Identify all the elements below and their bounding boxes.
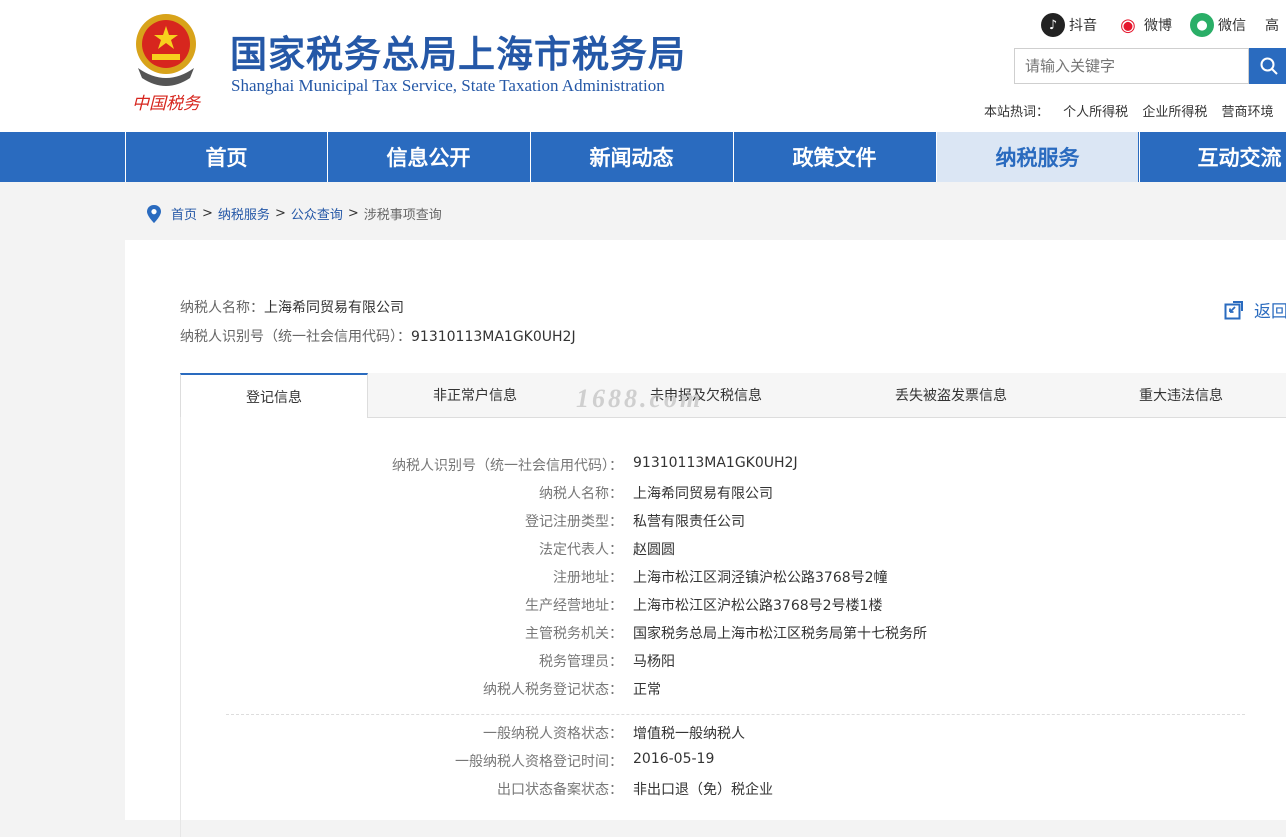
nav-item-policy[interactable]: 政策文件	[733, 132, 935, 182]
hotwords-label: 本站热词：	[984, 105, 1050, 120]
wechat-icon: ●	[1190, 13, 1214, 37]
social-weibo-label: 微博	[1144, 18, 1172, 34]
breadcrumb-separator: >	[347, 206, 359, 221]
search-input[interactable]	[1014, 48, 1249, 84]
section-divider	[226, 714, 1245, 715]
douyin-icon: ♪	[1041, 13, 1065, 37]
nav-item-home[interactable]: 首页	[125, 132, 327, 182]
info-row: 纳税人识别号（统一社会信用代码）： 91310113MA1GK0UH2J	[181, 455, 1181, 475]
tab-registration-info[interactable]: 登记信息	[180, 373, 368, 418]
back-button-label: 返回	[1254, 302, 1286, 322]
social-more[interactable]: 高	[1265, 11, 1279, 39]
info-value: 2016-05-19	[633, 751, 715, 767]
info-value: 上海市松江区沪松公路3768号2号楼1楼	[633, 598, 883, 614]
info-key: 纳税人识别号（统一社会信用代码）：	[392, 458, 623, 474]
tab-abnormal-account[interactable]: 非正常户信息	[380, 373, 570, 417]
info-key: 主管税务机关：	[525, 626, 623, 642]
info-value: 增值税一般纳税人	[633, 726, 745, 742]
info-value: 非出口退（免）税企业	[633, 782, 773, 798]
weibo-icon: ◉	[1116, 13, 1140, 37]
info-value: 马杨阳	[633, 654, 675, 670]
registration-info-panel: 纳税人识别号（统一社会信用代码）： 91310113MA1GK0UH2J 纳税人名…	[180, 417, 1286, 837]
info-key: 生产经营地址：	[525, 598, 623, 614]
info-key: 税务管理员：	[539, 654, 623, 670]
watermark: 1688.com	[576, 384, 704, 413]
info-row: 一般纳税人资格状态： 增值税一般纳税人	[181, 723, 1181, 743]
hotword-link[interactable]: 企业所得税	[1142, 105, 1207, 120]
back-icon	[1224, 300, 1243, 319]
location-pin-icon	[147, 204, 161, 223]
info-value: 正常	[633, 682, 661, 698]
breadcrumb-separator: >	[202, 206, 213, 221]
back-button[interactable]: 返回	[1224, 297, 1286, 322]
taxpayer-id-value: 91310113MA1GK0UH2J	[411, 329, 576, 345]
info-row: 生产经营地址： 上海市松江区沪松公路3768号2号楼1楼	[181, 595, 1181, 615]
nav-item-news[interactable]: 新闻动态	[530, 132, 732, 182]
taxpayer-name-label: 纳税人名称：	[180, 300, 264, 316]
national-emblem-logo[interactable]: 中国税务	[128, 8, 204, 116]
social-weibo[interactable]: ◉ 微博	[1116, 11, 1172, 39]
hotwords: 本站热词： 个人所得税 企业所得税 营商环境	[984, 101, 1283, 120]
info-row: 纳税人名称： 上海希同贸易有限公司	[181, 483, 1181, 503]
nav-item-info[interactable]: 信息公开	[327, 132, 529, 182]
info-row: 注册地址： 上海市松江区洞泾镇沪松公路3768号2幢	[181, 567, 1181, 587]
info-value: 私营有限责任公司	[633, 514, 745, 530]
main-nav: 首页 信息公开 新闻动态 政策文件 纳税服务 互动交流	[0, 132, 1286, 182]
tab-major-violations[interactable]: 重大违法信息	[1086, 373, 1276, 417]
info-row: 纳税人税务登记状态： 正常	[181, 679, 1181, 699]
info-key: 一般纳税人资格状态：	[483, 726, 623, 742]
info-key: 法定代表人：	[539, 542, 623, 558]
site-header: 中国税务 国家税务总局上海市税务局 Shanghai Municipal Tax…	[0, 0, 1286, 132]
info-value: 上海市松江区洞泾镇沪松公路3768号2幢	[633, 570, 888, 586]
info-key: 纳税人税务登记状态：	[483, 682, 623, 698]
search-icon	[1260, 57, 1278, 75]
hotword-link[interactable]: 个人所得税	[1063, 105, 1128, 120]
search-button[interactable]	[1249, 48, 1286, 84]
social-douyin[interactable]: ♪ 抖音	[1041, 11, 1097, 39]
emblem-text: 中国税务	[132, 94, 202, 114]
taxpayer-name-line: 纳税人名称：上海希同贸易有限公司	[180, 297, 404, 317]
site-title-cn: 国家税务总局上海市税务局	[230, 33, 686, 76]
taxpayer-name-value: 上海希同贸易有限公司	[264, 300, 404, 316]
info-key: 出口状态备案状态：	[497, 782, 623, 798]
main-panel: 纳税人名称：上海希同贸易有限公司 纳税人识别号（统一社会信用代码）：913101…	[125, 240, 1286, 837]
social-wechat-label: 微信	[1218, 18, 1246, 34]
info-key: 登记注册类型：	[525, 514, 623, 530]
info-row: 出口状态备案状态： 非出口退（免）税企业	[181, 779, 1181, 799]
query-tabs: 登记信息 非正常户信息 未申报及欠税信息 丢失被盗发票信息 重大违法信息	[180, 373, 1286, 418]
info-value: 91310113MA1GK0UH2J	[633, 455, 798, 471]
info-value: 上海希同贸易有限公司	[633, 486, 773, 502]
tab-lost-invoices[interactable]: 丢失被盗发票信息	[851, 373, 1051, 417]
breadcrumb-home[interactable]: 首页	[171, 204, 197, 223]
breadcrumb-separator: >	[274, 206, 286, 221]
breadcrumb-public-query[interactable]: 公众查询	[291, 204, 343, 223]
info-value: 赵圆圆	[633, 542, 675, 558]
info-row: 主管税务机关： 国家税务总局上海市松江区税务局第十七税务所	[181, 623, 1181, 643]
info-row: 一般纳税人资格登记时间： 2016-05-19	[181, 751, 1181, 771]
breadcrumb: 首页 > 纳税服务 > 公众查询 > 涉税事项查询	[146, 204, 442, 223]
breadcrumb-tax-service[interactable]: 纳税服务	[218, 204, 270, 223]
social-wechat[interactable]: ● 微信	[1190, 11, 1246, 39]
nav-item-tax-service[interactable]: 纳税服务	[936, 132, 1138, 182]
hotword-link[interactable]: 营商环境	[1221, 105, 1273, 120]
info-row: 税务管理员： 马杨阳	[181, 651, 1181, 671]
info-key: 一般纳税人资格登记时间：	[455, 754, 623, 770]
site-title-en: Shanghai Municipal Tax Service, State Ta…	[231, 76, 665, 95]
info-key: 注册地址：	[553, 570, 623, 586]
info-row: 法定代表人： 赵圆圆	[181, 539, 1181, 559]
info-row: 登记注册类型： 私营有限责任公司	[181, 511, 1181, 531]
taxpayer-id-label: 纳税人识别号（统一社会信用代码）：	[180, 329, 411, 345]
social-douyin-label: 抖音	[1069, 18, 1097, 34]
taxpayer-id-line: 纳税人识别号（统一社会信用代码）：91310113MA1GK0UH2J	[180, 326, 576, 346]
social-more-label: 高	[1265, 18, 1279, 34]
breadcrumb-current: 涉税事项查询	[363, 208, 442, 223]
info-value: 国家税务总局上海市松江区税务局第十七税务所	[633, 626, 927, 642]
nav-item-interaction[interactable]: 互动交流	[1139, 132, 1286, 182]
info-key: 纳税人名称：	[539, 486, 623, 502]
